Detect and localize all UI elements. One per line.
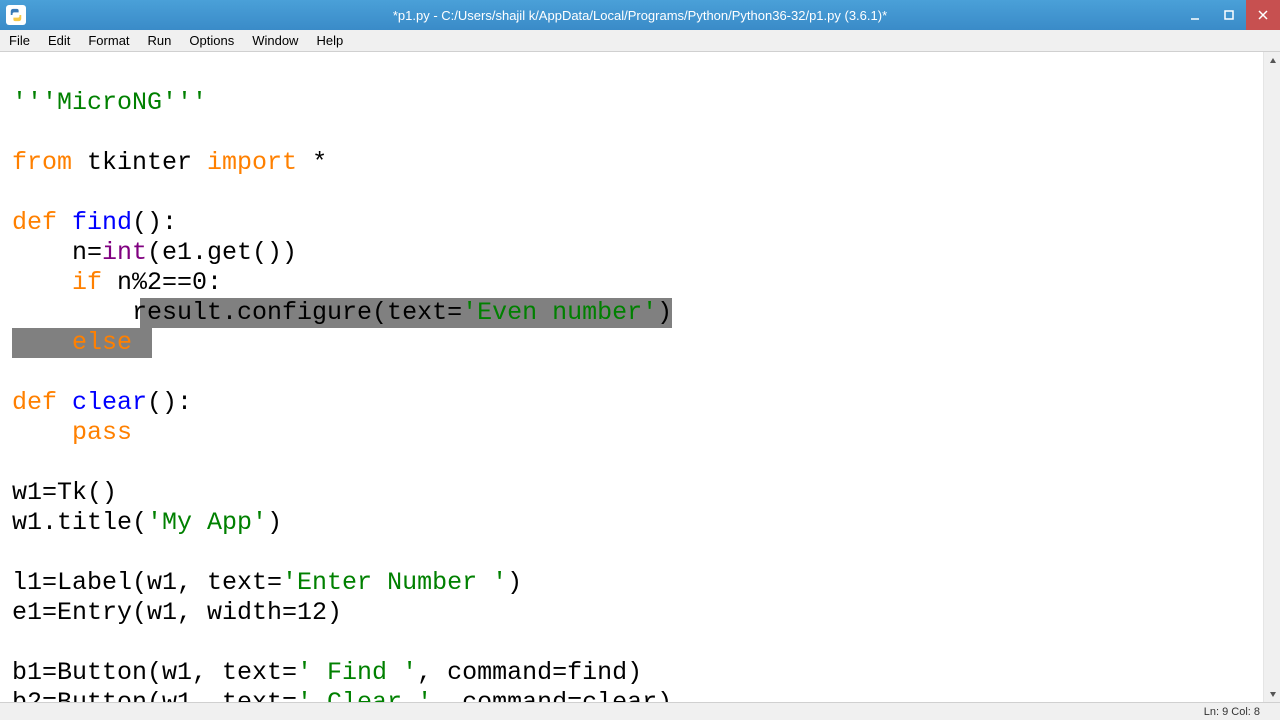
minimize-button[interactable] bbox=[1178, 0, 1212, 30]
code-line: w1=Tk() bbox=[12, 478, 117, 507]
code-line-selected: result.configure(text='Even number') bbox=[12, 298, 672, 327]
menu-options[interactable]: Options bbox=[180, 30, 243, 51]
code-line: w1.title('My App') bbox=[12, 508, 282, 537]
statusbar: Ln: 9 Col: 8 bbox=[0, 702, 1280, 720]
close-button[interactable] bbox=[1246, 0, 1280, 30]
code-line: e1=Entry(w1, width=12) bbox=[12, 598, 342, 627]
menu-help[interactable]: Help bbox=[307, 30, 352, 51]
cursor-position: Ln: 9 Col: 8 bbox=[1204, 706, 1260, 718]
code-line: b1=Button(w1, text=' Find ', command=fin… bbox=[12, 658, 642, 687]
menu-run[interactable]: Run bbox=[139, 30, 181, 51]
scroll-up-arrow[interactable] bbox=[1264, 52, 1280, 69]
code-line: def find(): bbox=[12, 208, 177, 237]
code-line: b2=Button(w1, text=' Clear ', command=cl… bbox=[12, 688, 672, 702]
menu-format[interactable]: Format bbox=[79, 30, 138, 51]
menu-file[interactable]: File bbox=[0, 30, 39, 51]
code-line: from tkinter import * bbox=[12, 148, 327, 177]
code-line: '''MicroNG''' bbox=[12, 88, 207, 117]
menu-edit[interactable]: Edit bbox=[39, 30, 79, 51]
window-controls bbox=[1178, 0, 1280, 30]
editor-area: '''MicroNG''' from tkinter import * def … bbox=[0, 52, 1280, 702]
code-line: def clear(): bbox=[12, 388, 192, 417]
menubar: File Edit Format Run Options Window Help bbox=[0, 30, 1280, 52]
titlebar[interactable]: *p1.py - C:/Users/shajil k/AppData/Local… bbox=[0, 0, 1280, 30]
code-line: n=int(e1.get()) bbox=[12, 238, 297, 267]
code-line: if n%2==0: bbox=[12, 268, 222, 297]
code-line: pass bbox=[12, 418, 132, 447]
menu-window[interactable]: Window bbox=[243, 30, 307, 51]
code-editor[interactable]: '''MicroNG''' from tkinter import * def … bbox=[0, 52, 1263, 702]
code-line-selected: else: bbox=[12, 328, 147, 357]
maximize-button[interactable] bbox=[1212, 0, 1246, 30]
vertical-scrollbar[interactable] bbox=[1263, 52, 1280, 702]
python-idle-icon bbox=[6, 5, 26, 25]
code-line: l1=Label(w1, text='Enter Number ') bbox=[12, 568, 522, 597]
scroll-down-arrow[interactable] bbox=[1264, 685, 1280, 702]
window-title: *p1.py - C:/Users/shajil k/AppData/Local… bbox=[393, 8, 887, 23]
